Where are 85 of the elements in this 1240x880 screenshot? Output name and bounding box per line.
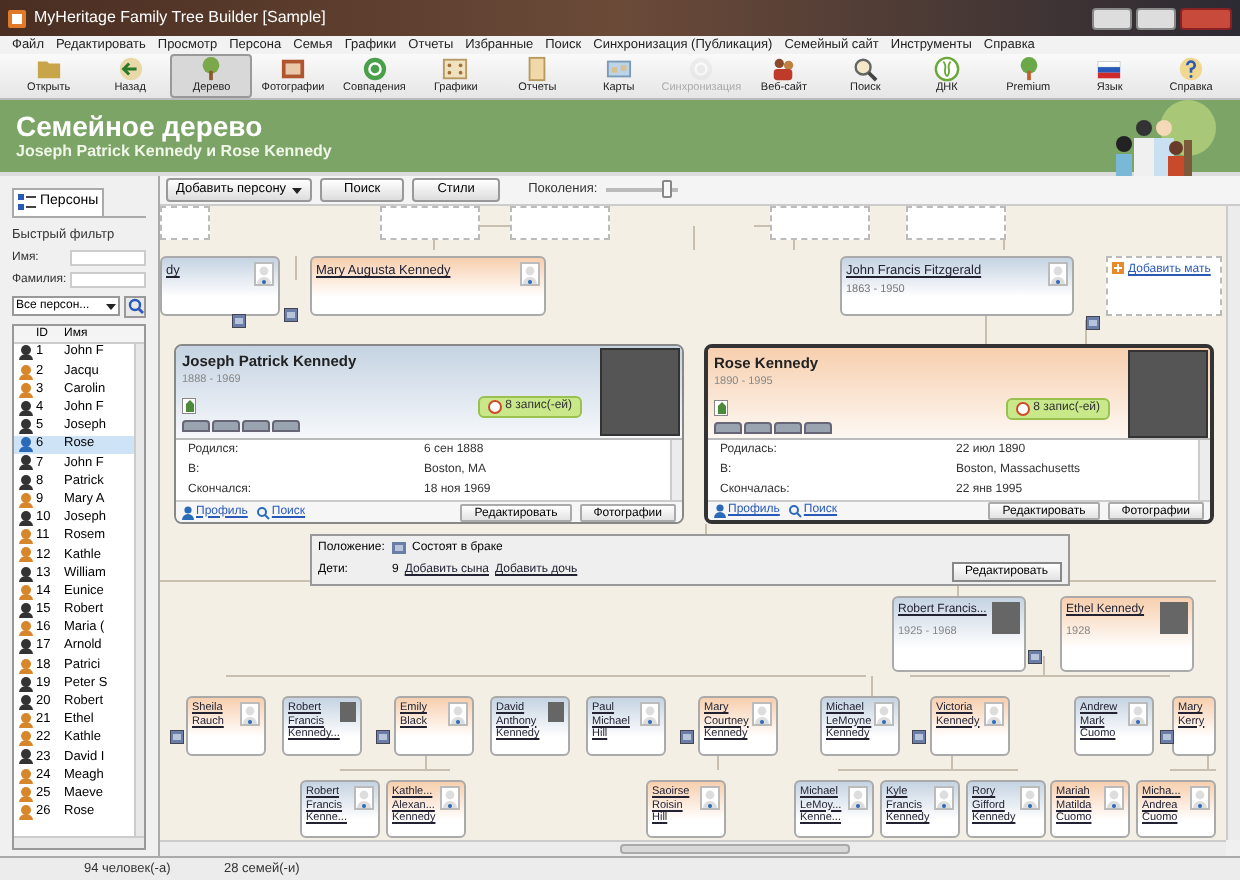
- avatar-icon: [640, 702, 660, 726]
- avatar-icon: [354, 786, 374, 810]
- search-icon: [127, 298, 143, 315]
- couple-icon[interactable]: [170, 730, 184, 744]
- search-button[interactable]: [124, 295, 146, 318]
- scrollbar[interactable]: [1226, 206, 1240, 840]
- back-arrow-icon: [117, 56, 144, 82]
- add-icon: [1112, 262, 1124, 274]
- clock-icon: [1015, 401, 1030, 415]
- app-icon: [8, 9, 26, 27]
- photo-placeholder: [600, 348, 680, 436]
- search-icon: [787, 504, 802, 518]
- photo-placeholder: [340, 702, 356, 722]
- search-icon: [852, 56, 879, 82]
- couple-icon[interactable]: [232, 314, 246, 328]
- couple-icon[interactable]: [680, 730, 694, 744]
- map-icon: [605, 56, 632, 82]
- card-tab[interactable]: [242, 419, 270, 431]
- dna-icon: [933, 56, 960, 82]
- flag-icon: [1096, 56, 1123, 82]
- avatar-icon: [1104, 786, 1124, 810]
- photo-icon: [280, 56, 307, 82]
- scroll-thumb[interactable]: [620, 844, 850, 854]
- couple-icon: [392, 542, 406, 554]
- avatar-icon: [520, 262, 540, 286]
- tree-icon: [1015, 56, 1042, 82]
- banner-subtitle: Joseph Patrick Kennedy и Rose Kennedy: [16, 142, 332, 162]
- search-icon: [255, 505, 270, 519]
- input-field[interactable]: [70, 250, 146, 267]
- card-tab[interactable]: [774, 421, 802, 433]
- help-icon: [1178, 56, 1205, 82]
- avatar-icon: [240, 702, 260, 726]
- photo-placeholder: [548, 702, 564, 722]
- photo-placeholder: [992, 602, 1020, 634]
- avatar-icon: [848, 786, 868, 810]
- card-tab[interactable]: [212, 419, 240, 431]
- scrollbar[interactable]: [1198, 440, 1210, 500]
- photo-placeholder: [1160, 602, 1188, 634]
- couple-icon[interactable]: [912, 730, 926, 744]
- avatar-icon: [1128, 702, 1148, 726]
- tree-icon: [182, 398, 196, 414]
- card-tab[interactable]: [272, 419, 300, 431]
- couple-icon[interactable]: [376, 730, 390, 744]
- list-icon: [18, 194, 36, 210]
- card-tab[interactable]: [744, 421, 772, 433]
- avatar-icon: [700, 786, 720, 810]
- avatar-icon: [1190, 786, 1210, 810]
- input-field[interactable]: [70, 272, 146, 289]
- sync-icon: [361, 56, 388, 82]
- avatar-icon: [1020, 786, 1040, 810]
- tree-icon: [198, 56, 225, 82]
- couple-icon[interactable]: [1028, 650, 1042, 664]
- scrollbar[interactable]: [134, 343, 144, 836]
- avatar-icon: [752, 702, 772, 726]
- person-icon: [714, 504, 726, 518]
- avatar-icon: [440, 786, 460, 810]
- card-tab[interactable]: [714, 421, 742, 433]
- avatar-icon: [254, 262, 274, 286]
- avatar-icon: [448, 702, 468, 726]
- banner-title: Семейное дерево: [16, 110, 265, 142]
- people-icon: [770, 56, 797, 82]
- scrollbar[interactable]: [14, 836, 144, 848]
- grid-icon: [442, 56, 469, 82]
- scrollbar[interactable]: [670, 440, 682, 500]
- avatar-icon: [984, 702, 1004, 726]
- card-tab[interactable]: [804, 421, 832, 433]
- tree-icon: [714, 400, 728, 416]
- window-title: MyHeritage Family Tree Builder [Sample]: [34, 6, 326, 30]
- avatar-icon: [874, 702, 894, 726]
- slider-thumb[interactable]: [661, 180, 672, 198]
- caret-icon: [292, 187, 303, 193]
- minimize-button[interactable]: [1092, 7, 1132, 29]
- scrollbar[interactable]: [160, 840, 1226, 856]
- document-icon: [524, 56, 551, 82]
- person-icon: [182, 505, 194, 519]
- couple-icon[interactable]: [1086, 316, 1100, 330]
- card-tab[interactable]: [182, 419, 210, 431]
- avatar-icon: [934, 786, 954, 810]
- couple-icon[interactable]: [284, 308, 298, 322]
- caret-icon: [106, 303, 116, 310]
- avatar-icon: [1048, 262, 1068, 286]
- maximize-button[interactable]: [1136, 7, 1176, 29]
- couple-icon[interactable]: [1160, 730, 1174, 744]
- clock-icon: [487, 399, 502, 413]
- photo-placeholder: [1128, 350, 1208, 438]
